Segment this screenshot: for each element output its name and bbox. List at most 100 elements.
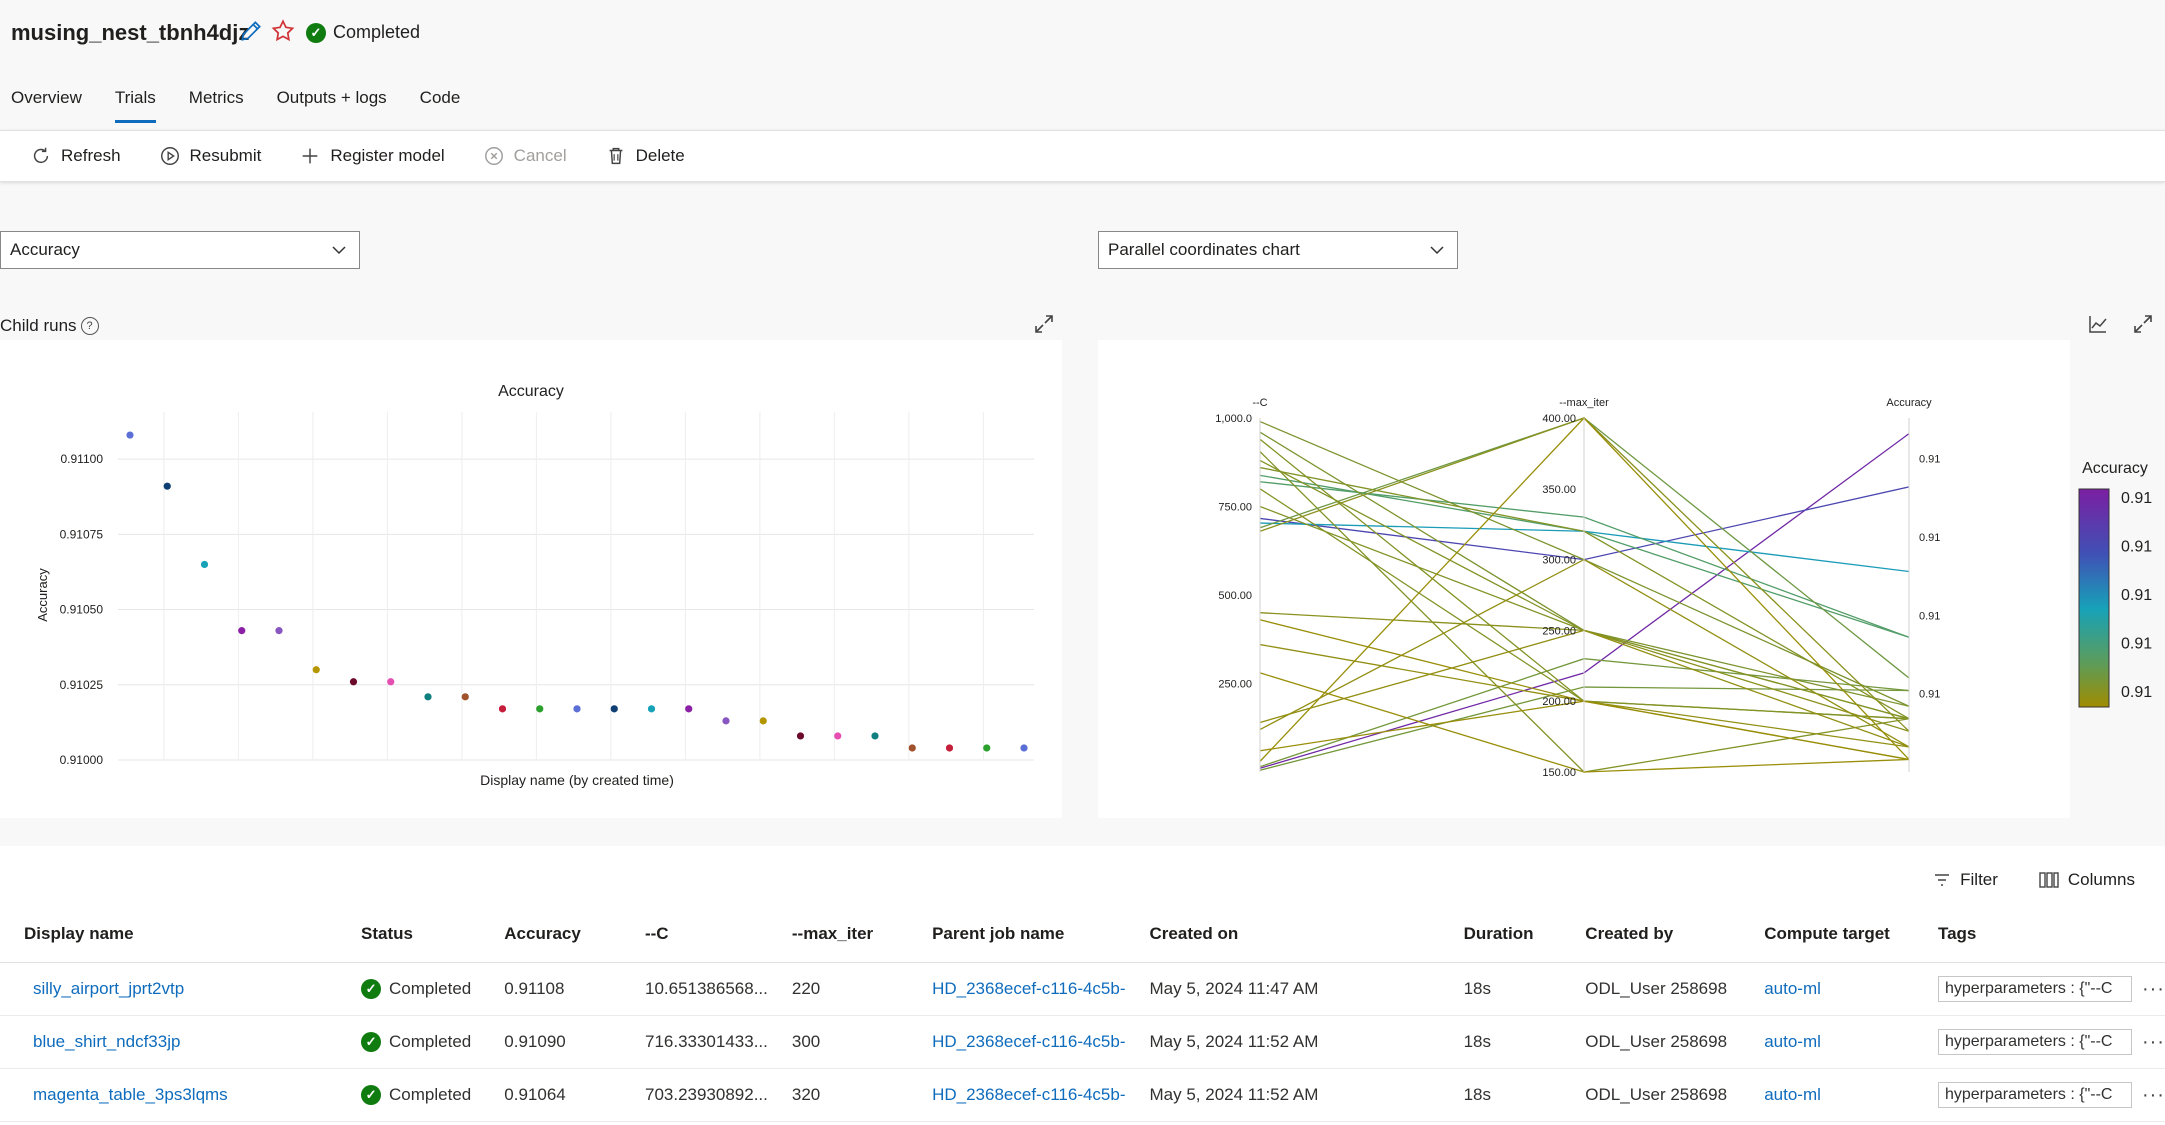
cancel-button[interactable]: Cancel [483, 145, 567, 167]
tab-overview[interactable]: Overview [11, 88, 82, 122]
expand-parallel-icon[interactable] [2132, 313, 2154, 340]
parallel-axis-tick: 500.00 [1218, 590, 1252, 602]
help-icon[interactable]: ? [80, 317, 99, 335]
col-max-iter[interactable]: --max_iter [767, 906, 909, 963]
run-status-text: Completed [389, 1085, 472, 1104]
parent-job-link[interactable]: HD_2368ecef-c116-4c5b- [932, 1032, 1125, 1051]
favorite-star-icon[interactable] [270, 18, 296, 44]
col-parent-job[interactable]: Parent job name [908, 906, 1126, 963]
col-accuracy[interactable]: Accuracy [480, 906, 621, 963]
col-display-name[interactable]: Display name [0, 906, 338, 963]
tab-outputs-logs[interactable]: Outputs + logs [277, 88, 387, 122]
tags-cell[interactable]: hyperparameters : {"--C [1937, 1029, 2132, 1055]
scatter-point[interactable] [722, 717, 730, 725]
scatter-point[interactable] [871, 732, 879, 740]
col-c[interactable]: --C [620, 906, 768, 963]
scatter-title: Accuracy [498, 383, 564, 400]
scatter-point[interactable] [796, 732, 805, 740]
scatter-point[interactable] [610, 705, 618, 713]
scatter-point[interactable] [498, 705, 507, 713]
scatter-point[interactable] [759, 717, 767, 725]
col-created-on[interactable]: Created on [1125, 906, 1440, 963]
scatter-point[interactable] [647, 705, 656, 713]
parallel-chart-panel: --C 1,000.0 750.00 500.00 250.00 --max_iter 40… [1098, 340, 2070, 818]
scatter-point[interactable] [908, 744, 916, 752]
table-row[interactable]: magenta_table_3ps3lqms ✓ Completed 0.91064 7… [0, 1068, 2165, 1122]
table-row[interactable]: silly_airport_jprt2vtp ✓ Completed 0.91108 1… [0, 962, 2165, 1016]
scatter-point[interactable] [349, 678, 358, 686]
scatter-point[interactable] [275, 627, 283, 635]
columns-button[interactable]: Columns [2038, 870, 2135, 890]
chart-type-select[interactable]: Parallel coordinates chart [1098, 231, 1458, 269]
run-name-link[interactable]: silly_airport_jprt2vtp [33, 979, 184, 998]
col-status[interactable]: Status [337, 906, 481, 963]
scatter-point[interactable] [312, 666, 320, 674]
scatter-chart-panel: Accuracy Display name (by created time) … [0, 340, 1062, 818]
run-created-on: May 5, 2024 11:52 AM [1125, 1015, 1440, 1069]
scatter-point[interactable] [163, 482, 171, 490]
scatter-y-tick: 0.91000 [60, 753, 104, 767]
scatter-point[interactable] [573, 705, 581, 713]
register-model-button[interactable]: Register model [299, 145, 445, 167]
scatter-point[interactable] [238, 627, 246, 635]
col-duration[interactable]: Duration [1439, 906, 1562, 963]
tags-text: hyperparameters : {"--C [1944, 1033, 2113, 1050]
scatter-point[interactable] [424, 693, 432, 701]
parallel-axis-name: --max_iter [1559, 397, 1609, 409]
delete-button[interactable]: Delete [605, 145, 685, 167]
compute-target-link[interactable]: auto-ml [1764, 979, 1821, 998]
scatter-x-label: Display name (by created time) [480, 772, 674, 788]
run-max-iter: 300 [767, 1015, 909, 1069]
tab-code[interactable]: Code [420, 88, 461, 122]
compute-target-link[interactable]: auto-ml [1764, 1032, 1821, 1051]
job-status-text: Completed [333, 22, 421, 42]
grid-toolbar: Filter Columns [1932, 870, 2135, 890]
run-name-link[interactable]: magenta_table_3ps3lqms [33, 1085, 228, 1104]
scatter-point[interactable] [834, 732, 842, 740]
run-duration: 18s [1439, 962, 1562, 1016]
tags-cell[interactable]: hyperparameters : {"--C [1937, 976, 2132, 1002]
run-name-link[interactable]: blue_shirt_ndcf33jp [33, 1032, 180, 1051]
resubmit-button[interactable]: Resubmit [159, 145, 261, 167]
table-row[interactable]: blue_shirt_ndcf33jp ✓ Completed 0.91090 716.… [0, 1015, 2165, 1069]
col-created-by[interactable]: Created by [1561, 906, 1741, 963]
scatter-point[interactable] [945, 744, 954, 752]
scatter-point[interactable] [200, 560, 209, 569]
refresh-icon [33, 147, 49, 164]
parallel-axis-tick: 250.00 [1218, 679, 1252, 691]
parent-job-link[interactable]: HD_2368ecef-c116-4c5b- [932, 1085, 1125, 1104]
scatter-point[interactable] [1020, 744, 1028, 752]
filter-button[interactable]: Filter [1932, 870, 1998, 890]
more-options-icon[interactable]: ··· [2142, 978, 2165, 1001]
completed-check-icon: ✓ [306, 22, 326, 43]
scatter-point[interactable] [461, 693, 469, 701]
tab-metrics[interactable]: Metrics [189, 88, 244, 122]
colorbar-tick: 0.91 [2121, 587, 2152, 604]
parent-job-link[interactable]: HD_2368ecef-c116-4c5b- [932, 979, 1125, 998]
scatter-point[interactable] [536, 705, 544, 713]
parallel-axis-tick: 750.00 [1218, 502, 1252, 514]
play-circle-icon [160, 147, 179, 165]
more-options-icon[interactable]: ··· [2142, 1084, 2165, 1107]
metric-select[interactable]: Accuracy [0, 231, 360, 269]
tab-trials[interactable]: Trials [114, 88, 156, 123]
compute-target-link[interactable]: auto-ml [1764, 1085, 1821, 1104]
completed-check-icon: ✓ [361, 979, 382, 999]
col-tags[interactable]: Tags [1913, 906, 2165, 963]
more-options-icon[interactable]: ··· [2142, 1031, 2165, 1054]
scatter-point[interactable] [983, 744, 991, 752]
scatter-point[interactable] [387, 678, 395, 686]
metric-select-value: Accuracy [10, 240, 80, 259]
col-compute-target[interactable]: Compute target [1740, 906, 1914, 963]
delete-label: Delete [635, 146, 685, 165]
job-status: ✓ Completed [306, 22, 420, 43]
scatter-point[interactable] [685, 705, 693, 713]
scatter-point[interactable] [126, 431, 134, 439]
colorbar-tick: 0.91 [2121, 539, 2152, 556]
expand-scatter-icon[interactable] [1033, 313, 1055, 340]
edit-pencil-icon[interactable] [238, 18, 264, 44]
refresh-button[interactable]: Refresh [30, 145, 121, 167]
chart-view-icon[interactable] [2087, 313, 2109, 340]
tags-cell[interactable]: hyperparameters : {"--C [1937, 1082, 2132, 1108]
run-c: 716.33301433... [620, 1015, 768, 1069]
